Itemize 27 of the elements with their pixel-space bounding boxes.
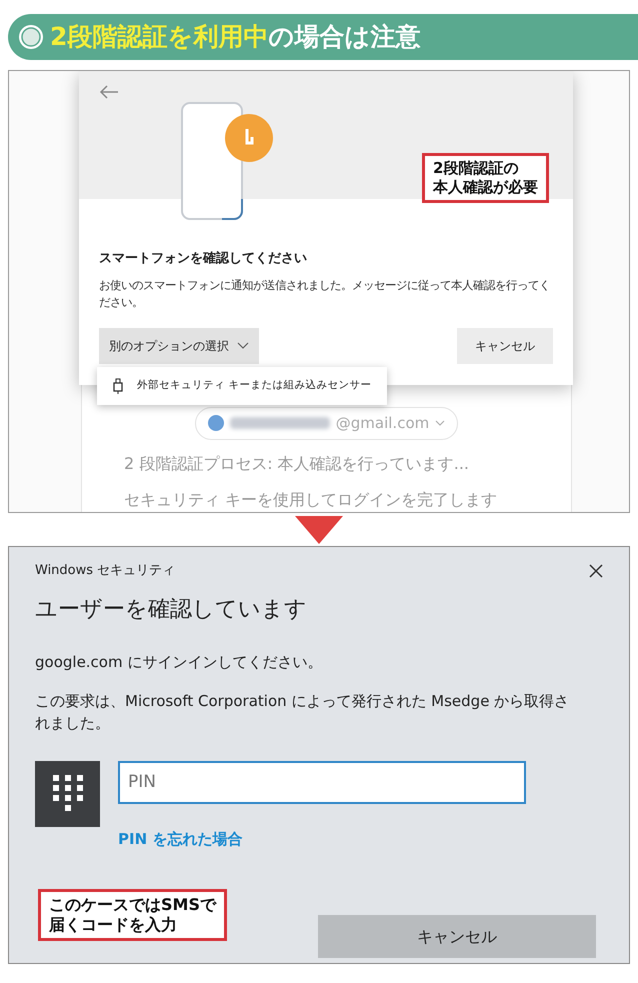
dialog-title: スマートフォンを確認してください [99,250,308,268]
circle-bullet-icon [18,24,44,50]
options-dropdown-button[interactable]: 別のオプションの選択 [99,328,259,364]
usb-key-icon [113,378,123,394]
cancel-button[interactable]: キャンセル [318,915,596,958]
banner-title: 2段階認証を利用中の場合は注意 [50,21,420,54]
callout-label: 2段階認証の 本人確認が必要 [422,153,549,202]
dialog-message: お使いのスマートフォンに通知が送信されました。メッセージに従って本人確認を行ってください。 [99,278,551,311]
cancel-button[interactable]: キャンセル [457,328,553,364]
dropdown-menu[interactable]: 外部セキュリティ キーまたは組み込みセンサー [97,367,388,405]
account-email: @gmail.com [336,413,430,434]
hint-text: セキュリティ キーを使用してログインを完了します [123,488,498,510]
sign-in-text: google.com にサインインしてください。 [35,652,324,672]
down-arrow-icon [295,516,343,544]
back-arrow-icon[interactable] [99,85,119,99]
callout-label: このケースではSMSで 届くコードを入力 [38,889,227,941]
avatar-icon [208,415,224,432]
dialog-heading: ユーザーを確認しています [35,596,308,624]
chevron-down-icon [435,420,446,426]
window-title: Windows セキュリティ [35,562,176,580]
close-icon[interactable] [589,564,603,578]
status-text: 2 段階認証プロセス: 本人確認を行っています... [123,452,469,474]
chevron-down-icon [237,342,249,349]
pin-field[interactable]: PIN [118,760,526,804]
menu-item-label: 外部セキュリティ キーまたは組み込みセンサー [137,378,372,394]
request-text: この要求は、Microsoft Corporation によって発行された Msedge から取得されました。 [35,691,570,734]
keypad-icon [35,760,100,827]
